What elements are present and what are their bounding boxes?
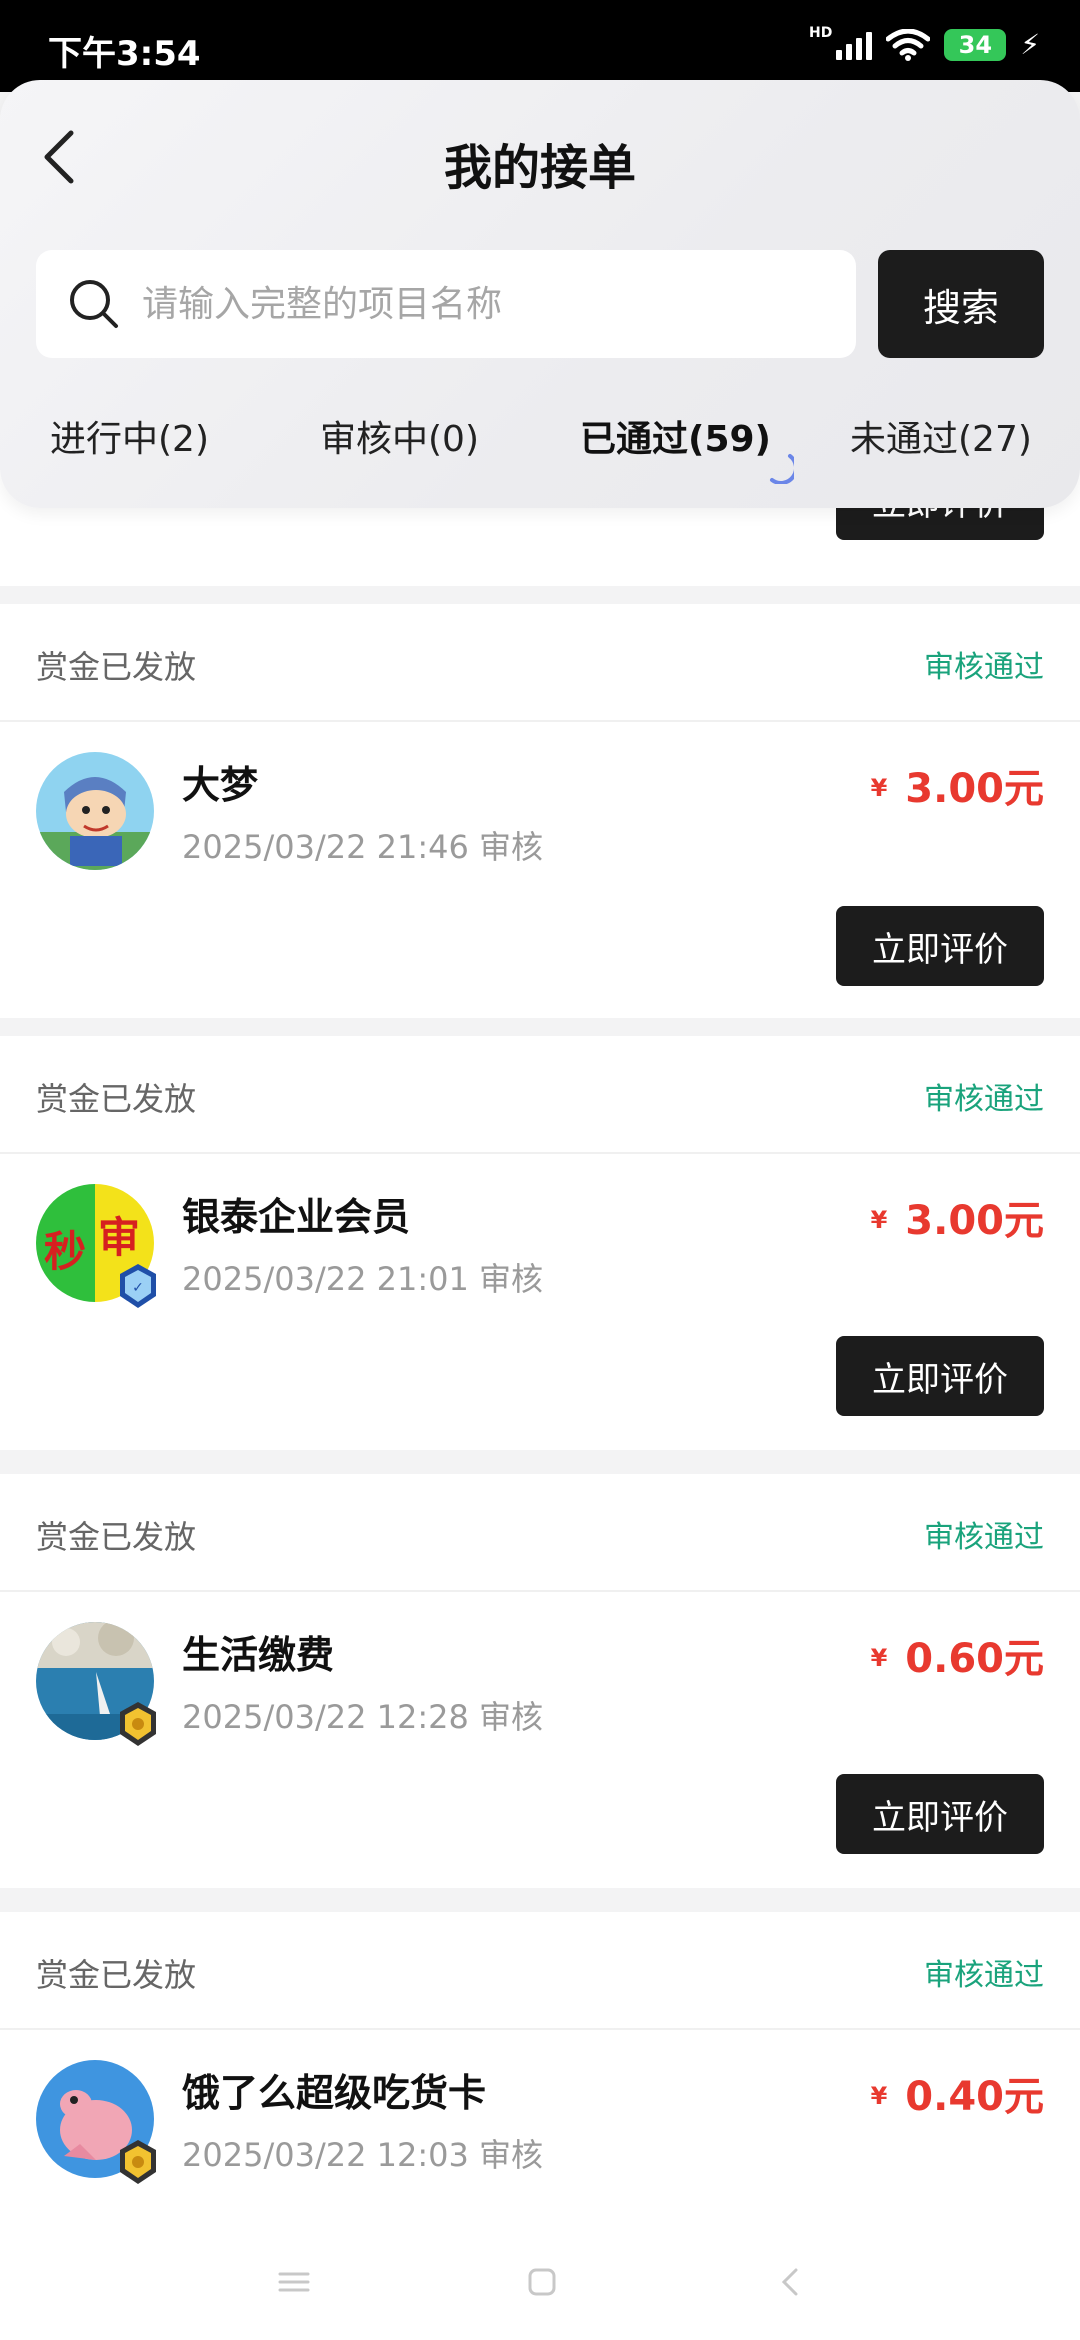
bounty-status: 赏金已发放: [36, 1956, 197, 1994]
order-title: 大梦: [182, 763, 259, 807]
tab-under-review[interactable]: 审核中(0): [320, 410, 479, 462]
level-badge-icon: [120, 2140, 156, 2184]
order-price: ¥3.00元: [870, 766, 1044, 812]
order-card[interactable]: 赏金已发放 审核通过 秒 审 ✓ 银泰企业会员 2025/03/22 21:01…: [0, 1036, 1080, 1450]
tab-approved[interactable]: 已通过(59): [580, 410, 771, 462]
verified-badge-icon: ✓: [120, 1264, 156, 1308]
order-price: ¥0.60元: [870, 1636, 1044, 1682]
order-price: ¥3.00元: [870, 1198, 1044, 1244]
search-button[interactable]: 搜索: [878, 250, 1044, 358]
order-card[interactable]: 赏金已发放 审核通过: [0, 1474, 1080, 1888]
order-card[interactable]: 赏金已发放 审核通过: [0, 1912, 1080, 2252]
tab-in-progress[interactable]: 进行中(2): [50, 410, 209, 462]
order-date: 2025/03/22 21:01 审核: [182, 1260, 544, 1298]
charging-icon: ⚡: [1020, 28, 1040, 61]
bounty-status: 赏金已发放: [36, 1518, 197, 1556]
order-card-header: 赏金已发放 审核通过: [0, 1912, 1080, 2030]
bounty-status: 赏金已发放: [36, 1080, 197, 1118]
order-date: 2025/03/22 12:28 审核: [182, 1698, 544, 1736]
review-status-badge: 审核通过: [924, 1958, 1044, 1993]
bounty-status: 赏金已发放: [36, 648, 197, 686]
order-title: 银泰企业会员: [182, 1195, 411, 1239]
order-date: 2025/03/22 12:03 审核: [182, 2136, 544, 2174]
status-time: 下午3:54: [48, 34, 201, 74]
rate-now-button[interactable]: 立即评价: [836, 1774, 1044, 1854]
search-bar[interactable]: [36, 250, 856, 358]
rate-now-button[interactable]: 立即评价: [836, 1336, 1044, 1416]
order-card[interactable]: 赏金已发放 审核通过 大梦 2025/03/22 21:46 审核 ¥ 3.00…: [0, 604, 1080, 1018]
tab-rejected[interactable]: 未通过(27): [850, 410, 1032, 462]
order-card-header: 赏金已发放 审核通过: [0, 1036, 1080, 1154]
level-badge-icon: [120, 1702, 156, 1746]
avatar-text: 审: [98, 1213, 141, 1262]
avatar: 秒 审 ✓: [36, 1184, 156, 1308]
order-date: 2025/03/22 21:46 审核: [182, 828, 544, 866]
page-title: 我的接单: [443, 140, 636, 196]
system-nav-bar: [0, 2232, 1080, 2340]
page-header: 我的接单 搜索 进行中(2) 审核中(0) 已通过(59) 未通过(27): [0, 80, 1080, 508]
avatar: [36, 1622, 156, 1746]
order-card-header: 赏金已发放 审核通过: [0, 604, 1080, 722]
review-status-badge: 审核通过: [924, 1520, 1044, 1555]
avatar: [36, 2060, 156, 2184]
order-card-header: 赏金已发放 审核通过: [0, 1474, 1080, 1592]
review-status-badge: 审核通过: [924, 650, 1044, 685]
screen: 立即评价 赏金已发放 审核通过: [0, 0, 1080, 2340]
review-status-badge: 审核通过: [924, 1082, 1044, 1117]
status-indicators: HD 34 ⚡: [808, 24, 1040, 62]
status-bar: 下午3:54 HD 34 ⚡: [0, 0, 1080, 92]
wifi-icon: [886, 28, 931, 61]
order-price: ¥0.40元: [870, 2074, 1044, 2120]
home-icon[interactable]: [522, 2262, 562, 2302]
rate-now-button[interactable]: 立即评价: [836, 906, 1044, 986]
avatar-text: 秒: [44, 1227, 87, 1276]
search-icon: [70, 280, 118, 328]
back-icon[interactable]: [770, 2262, 810, 2302]
menu-icon[interactable]: [274, 2262, 314, 2302]
avatar: [36, 752, 154, 870]
order-title: 饿了么超级吃货卡: [182, 2071, 487, 2115]
loading-spinner-icon: [770, 454, 794, 484]
svg-text:✓: ✓: [132, 1280, 144, 1296]
search-input[interactable]: [142, 283, 822, 325]
order-title: 生活缴费: [182, 1633, 335, 1677]
battery-level: 34: [944, 28, 1007, 61]
status-tabs: 进行中(2) 审核中(0) 已通过(59) 未通过(27): [0, 410, 1080, 490]
network-type: HD: [808, 24, 833, 41]
signal-icon: [836, 30, 873, 60]
